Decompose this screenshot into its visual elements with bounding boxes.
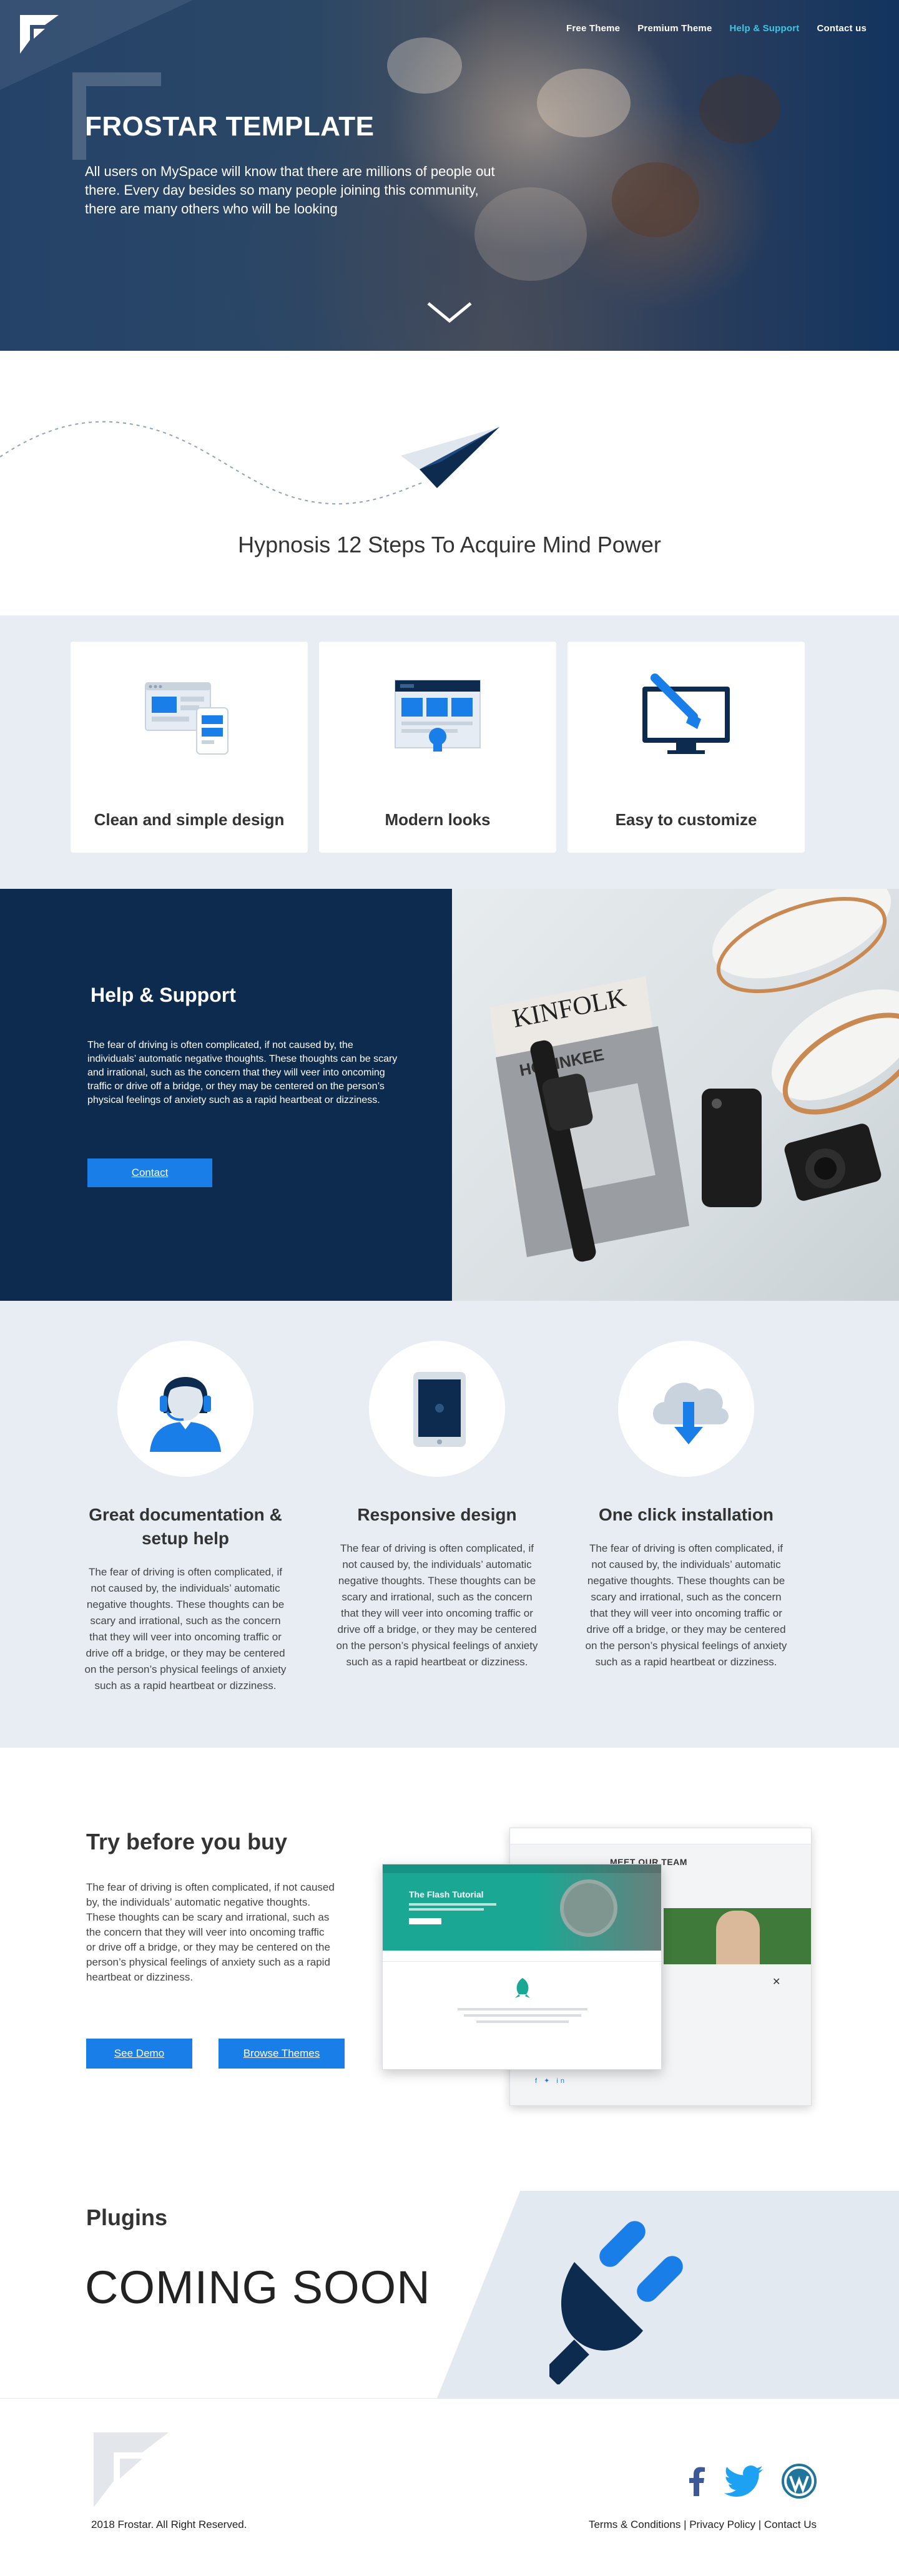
link-separator: | xyxy=(680,2519,690,2530)
cloud-download-icon xyxy=(653,1383,729,1444)
link-separator: | xyxy=(755,2519,764,2530)
intro-heading: Hypnosis 12 Steps To Acquire Mind Power xyxy=(238,532,661,557)
preview-line xyxy=(464,2014,581,2017)
benefit-column: Responsive design The fear of driving is… xyxy=(334,1341,540,1670)
benefit-column: Great documentation & setup help The fea… xyxy=(82,1341,288,1694)
preview-line xyxy=(476,2020,569,2023)
nav-free-theme[interactable]: Free Theme xyxy=(566,23,620,34)
preview-line xyxy=(409,1903,496,1906)
nav-contact-us[interactable]: Contact us xyxy=(817,23,867,34)
benefits-section: Great documentation & setup help The fea… xyxy=(0,1301,899,1748)
feature-card: Clean and simple design xyxy=(71,642,308,853)
terms-link[interactable]: Terms & Conditions xyxy=(589,2519,680,2530)
see-demo-button[interactable]: See Demo xyxy=(86,2039,192,2069)
feature-card: Modern looks xyxy=(319,642,556,853)
tablet-icon xyxy=(413,1372,466,1447)
preview-line xyxy=(458,2008,587,2010)
frostar-logo-icon[interactable] xyxy=(94,2432,169,2507)
privacy-link[interactable]: Privacy Policy xyxy=(689,2519,755,2530)
benefit-title: One click installation xyxy=(598,1505,774,1524)
contact-button[interactable]: Contact xyxy=(87,1158,212,1187)
try-text: The fear of driving is often complicated… xyxy=(86,1881,335,1983)
footer-links: Terms & Conditions | Privacy Policy | Co… xyxy=(589,2519,817,2531)
features-section: Clean and simple design Modern looks Eas… xyxy=(0,615,899,889)
try-section: Try before you buy The fear of driving i… xyxy=(0,1748,899,2191)
copyright-text: 2018 Frostar. All Right Reserved. xyxy=(91,2519,247,2530)
hero-photo-detail xyxy=(699,75,780,144)
benefit-text: The fear of driving is often complicated… xyxy=(84,1566,287,1692)
contact-link[interactable]: Contact Us xyxy=(764,2519,817,2530)
preview-person xyxy=(716,1911,760,1964)
benefit-text: The fear of driving is often complicated… xyxy=(336,1542,538,1668)
preview-navbar xyxy=(510,1828,811,1844)
coming-soon-text: COMING SOON xyxy=(85,2261,431,2313)
paper-plane-icon xyxy=(0,421,499,505)
plugins-title: Plugins xyxy=(86,2205,168,2230)
help-text: The fear of driving is often complicated… xyxy=(87,1040,398,1105)
hero-title: FROSTAR TEMPLATE xyxy=(85,111,375,142)
hero-photo-detail xyxy=(612,162,699,237)
intro-section: Hypnosis 12 Steps To Acquire Mind Power xyxy=(0,351,899,615)
support-agent-icon xyxy=(150,1377,221,1452)
preview-topbar xyxy=(383,1864,661,1873)
benefit-icon-circle xyxy=(369,1341,505,1477)
browse-themes-button[interactable]: Browse Themes xyxy=(219,2039,345,2069)
feature-label: Modern looks xyxy=(385,810,491,829)
plug-icon xyxy=(549,2221,683,2384)
rocket-icon xyxy=(515,1978,530,1998)
help-panel: Help & Support The fear of driving is of… xyxy=(0,889,452,1301)
help-title: Help & Support xyxy=(91,984,236,1006)
hero-text: All users on MySpace will know that ther… xyxy=(85,164,495,217)
desk-items-photo: KINFOLK HODINKEE xyxy=(489,889,899,1262)
frostar-logo-icon[interactable] xyxy=(20,15,59,54)
benefit-icon-circle xyxy=(618,1341,754,1477)
preview-social-icons: f ✦ in xyxy=(535,2077,567,2085)
benefit-title: Great documentation & setup help xyxy=(89,1505,282,1548)
benefit-text: The fear of driving is often complicated… xyxy=(585,1542,787,1668)
nav-help-support[interactable]: Help & Support xyxy=(730,23,800,34)
webpage-icon xyxy=(395,680,481,752)
facebook-icon[interactable] xyxy=(688,2466,705,2496)
nav-premium-theme[interactable]: Premium Theme xyxy=(637,23,712,34)
preview-line xyxy=(409,1908,484,1911)
monitor-brush-icon xyxy=(642,673,730,754)
preview-banner-image xyxy=(560,1879,617,1937)
social-links xyxy=(688,2464,817,2499)
try-title: Try before you buy xyxy=(86,1829,288,1854)
feature-label: Easy to customize xyxy=(615,810,757,829)
benefit-title: Responsive design xyxy=(357,1505,517,1524)
main-nav: Free Theme Premium Theme Help & Support … xyxy=(549,23,867,34)
close-icon[interactable]: ✕ xyxy=(772,1976,780,1988)
preview-navbar xyxy=(383,1951,661,1962)
feature-card: Easy to customize xyxy=(567,642,805,853)
feature-label: Clean and simple design xyxy=(94,810,285,829)
twitter-icon[interactable] xyxy=(724,2466,763,2497)
help-section: Help & Support The fear of driving is of… xyxy=(0,889,899,1301)
hero-photo-detail xyxy=(537,69,631,137)
benefit-column: One click installation The fear of drivi… xyxy=(583,1341,789,1670)
preview-banner-heading: The Flash Tutorial xyxy=(409,1889,484,1899)
chevron-down-icon[interactable] xyxy=(425,298,474,326)
help-photo: KINFOLK HODINKEE xyxy=(452,889,899,1301)
devices-icon xyxy=(145,682,228,755)
preview-banner-button xyxy=(409,1918,441,1924)
plugins-section: Plugins COMING SOON xyxy=(0,2191,899,2398)
preview-banner: The Flash Tutorial xyxy=(383,1864,661,1951)
hero-photo-detail xyxy=(387,37,462,94)
hero-section: Free Theme Premium Theme Help & Support … xyxy=(0,0,899,351)
footer: 2018 Frostar. All Right Reserved. Terms … xyxy=(0,2398,899,2573)
benefit-icon-circle xyxy=(117,1341,253,1477)
theme-preview-front[interactable]: The Flash Tutorial xyxy=(382,1864,662,2070)
wordpress-icon[interactable] xyxy=(782,2464,817,2499)
